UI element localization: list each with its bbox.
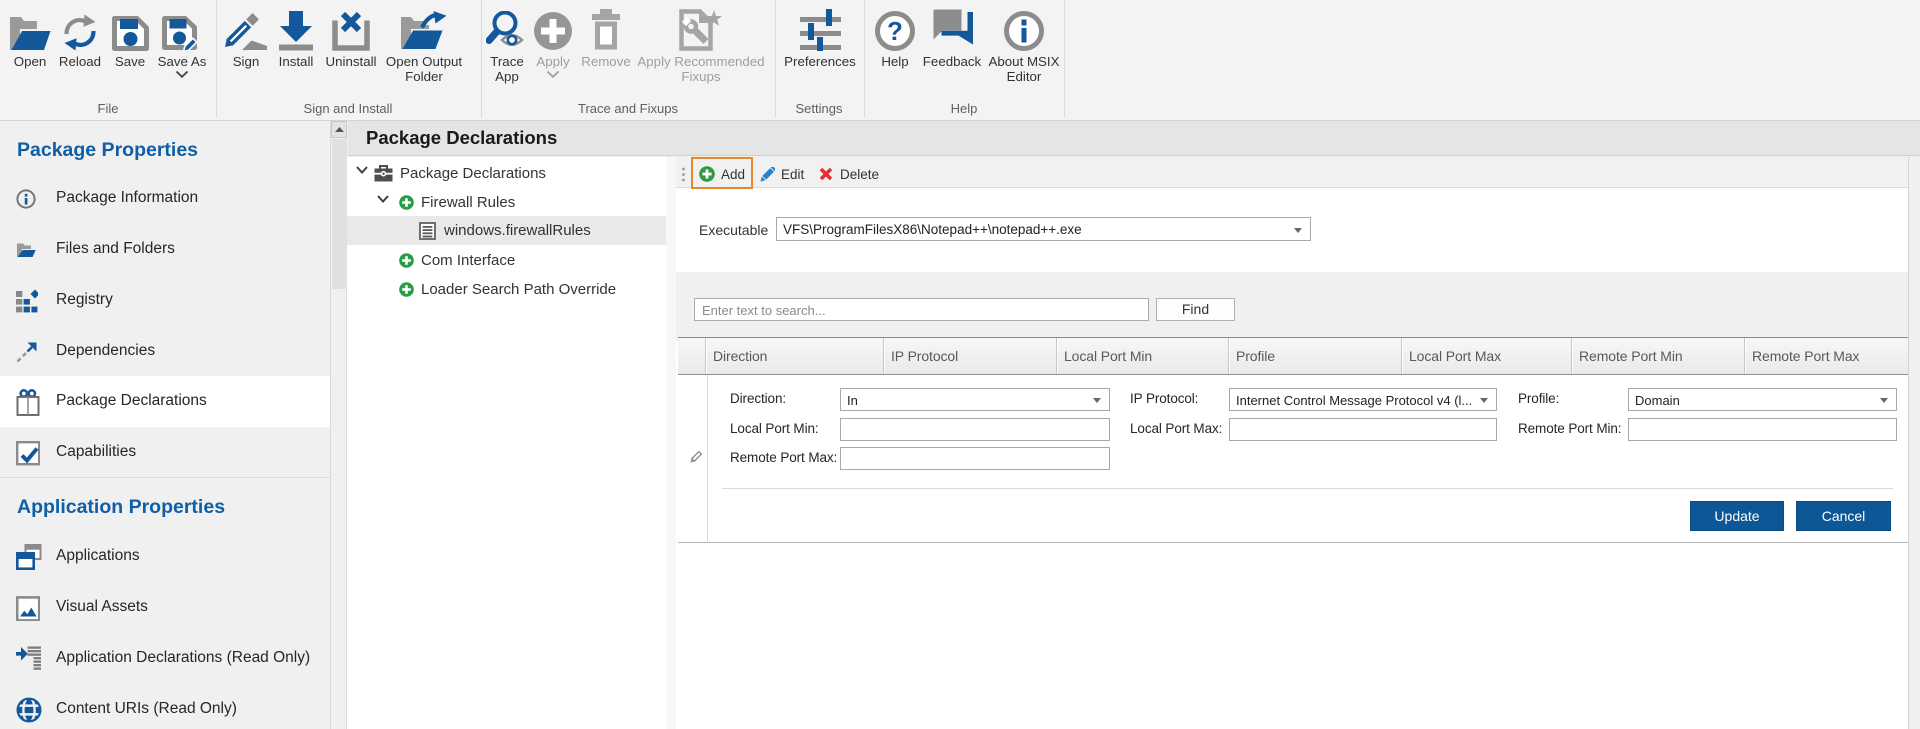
svg-text:?: ? — [887, 16, 903, 46]
